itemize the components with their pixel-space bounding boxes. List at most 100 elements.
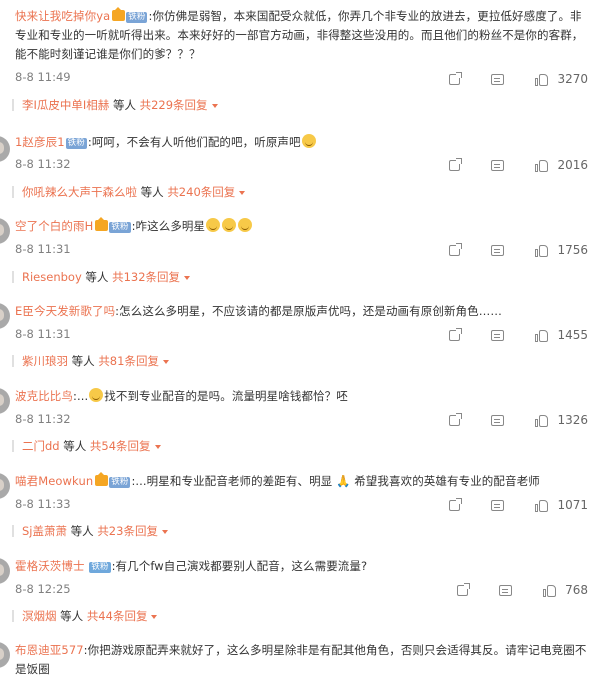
comment-text: :呵呵，不会有人听他们配的吧，听原声吧: [87, 135, 301, 149]
avatar[interactable]: [0, 136, 10, 162]
comment-actions: 1756: [418, 242, 588, 258]
comment-username[interactable]: 空了个白的雨H: [15, 219, 93, 233]
comment-icon[interactable]: [491, 499, 505, 511]
avatar[interactable]: [0, 642, 10, 668]
reply-mid-text: 等人: [81, 270, 113, 284]
comment-username[interactable]: 布恩迪亚577: [15, 643, 84, 657]
comment-text: :你把游戏原配弄来就好了，这么多明星除非是有配其他角色，否则只会适得其反。请牢记…: [15, 643, 587, 676]
reply-username[interactable]: 李I瓜皮中单I相赫: [22, 98, 109, 112]
like-count: 2016: [557, 158, 588, 172]
reply-summary: Riesenboy 等人 共132条回复: [12, 269, 191, 285]
avatar[interactable]: [0, 218, 10, 244]
share-icon[interactable]: [449, 412, 463, 426]
reply-count-link[interactable]: 共229条回复: [140, 98, 208, 112]
comment-icon[interactable]: [491, 73, 505, 85]
comment-time: 8-8 11:32: [15, 412, 71, 426]
comment-body: 波克比比鸟:... 找不到专业配音的是吗。流量明星啥钱都恰？呸: [15, 387, 587, 406]
avatar[interactable]: [0, 303, 10, 329]
reply-username[interactable]: Riesenboy: [22, 270, 82, 284]
comment-actions: 1326: [418, 412, 588, 428]
chevron-down-icon[interactable]: [184, 276, 191, 280]
reply-username[interactable]: 溟烟烟: [22, 609, 57, 623]
fan-badge: 铁粉: [109, 222, 131, 233]
crown-icon: [95, 217, 109, 231]
comment-text: :咋这么多明星: [131, 219, 206, 233]
reply-count-link[interactable]: 共44条回复: [87, 609, 148, 623]
chevron-down-icon[interactable]: [161, 530, 168, 534]
share-icon[interactable]: [449, 497, 463, 511]
comment-body: E臣今天发新歌了吗:怎么这么多明星，不应该请的都是原版声优吗，还是动画有原创新角…: [15, 302, 587, 321]
comment-icon[interactable]: [499, 584, 513, 596]
share-icon[interactable]: [449, 242, 463, 256]
reply-count-link[interactable]: 共23条回复: [97, 524, 158, 538]
like-icon[interactable]: [535, 414, 549, 427]
like-count: 1071: [557, 498, 588, 512]
avatar[interactable]: [0, 388, 10, 414]
reply-mid-text: 等人: [68, 354, 99, 368]
comment-text: 找不到专业配音的是吗。流量明星啥钱都恰？呸: [104, 389, 348, 403]
reply-divider: [12, 99, 14, 111]
reply-mid-text: 等人: [109, 98, 140, 112]
share-icon[interactable]: [457, 582, 471, 596]
comment-actions: 1071: [418, 497, 588, 513]
comment-text-prefix: :...: [73, 389, 89, 403]
reply-mid-text: 等人: [137, 185, 168, 199]
reply-username[interactable]: Sj盖萧萧: [22, 524, 67, 538]
comment-username[interactable]: 霍格沃茨博士: [15, 559, 85, 573]
comment-username[interactable]: 波克比比鸟: [15, 389, 73, 403]
comment-body: 1赵彦辰1 铁粉:呵呵，不会有人听他们配的吧，听原声吧: [15, 133, 587, 152]
chevron-down-icon[interactable]: [162, 360, 169, 364]
comment-username[interactable]: 快来让我吃掉你ya: [15, 9, 110, 23]
reply-summary: Sj盖萧萧 等人 共23条回复: [12, 523, 168, 539]
reply-count-link[interactable]: 共54条回复: [90, 439, 151, 453]
fan-badge: 铁粉: [126, 12, 148, 23]
comment-body: 快来让我吃掉你ya 铁粉:你仿佛是弱智，本来国配受众就低，你弄几个非专业的放进去，…: [15, 7, 587, 64]
like-icon[interactable]: [535, 499, 549, 512]
reply-divider: [12, 610, 14, 622]
avatar[interactable]: [0, 473, 10, 499]
reply-mid-text: 等人: [67, 524, 98, 538]
reply-count-link[interactable]: 共240条回复: [167, 185, 235, 199]
reply-count-link[interactable]: 共132条回复: [112, 270, 180, 284]
reply-mid-text: 等人: [59, 439, 90, 453]
comment-time: 8-8 11:32: [15, 157, 71, 171]
like-count: 3270: [557, 72, 588, 86]
avatar[interactable]: [0, 558, 10, 584]
like-icon[interactable]: [535, 329, 549, 342]
comment-icon[interactable]: [491, 414, 505, 426]
reply-username[interactable]: 你吼辣么大声干森么啦: [22, 185, 137, 199]
reply-divider: [12, 440, 14, 452]
comment-time: 8-8 12:25: [15, 582, 71, 596]
like-icon[interactable]: [535, 159, 549, 172]
share-icon[interactable]: [449, 327, 463, 341]
chevron-down-icon[interactable]: [151, 615, 158, 619]
comment-username[interactable]: 1赵彦辰1: [15, 135, 65, 149]
like-icon[interactable]: [535, 244, 549, 257]
comment-username[interactable]: 喵君Meowkun: [15, 474, 93, 488]
crown-icon: [112, 7, 126, 21]
smile-emoji-icon: [301, 134, 316, 148]
share-icon[interactable]: [449, 157, 463, 171]
like-icon[interactable]: [543, 584, 557, 597]
chevron-down-icon[interactable]: [239, 191, 246, 195]
like-count: 1326: [557, 413, 588, 427]
reply-summary: 你吼辣么大声干森么啦 等人 共240条回复: [12, 184, 246, 200]
reply-username[interactable]: 紫川琅羽: [22, 354, 68, 368]
comment-icon[interactable]: [491, 159, 505, 171]
fan-badge: 铁粉: [109, 477, 131, 488]
comment-icon[interactable]: [491, 329, 505, 341]
comment-username[interactable]: E臣今天发新歌了吗: [15, 304, 115, 318]
reply-mid-text: 等人: [56, 609, 87, 623]
reply-username[interactable]: 二门dd: [22, 439, 60, 453]
comment-text: :...明星和专业配音老师的差距有、明显 🙏 希望我喜欢的英雄有专业的配音老师: [131, 474, 540, 488]
like-icon[interactable]: [535, 73, 549, 86]
share-icon[interactable]: [449, 71, 463, 85]
comment-body: 布恩迪亚577:你把游戏原配弄来就好了，这么多明星除非是有配其他角色，否则只会适…: [15, 641, 587, 679]
comment-icon[interactable]: [491, 244, 505, 256]
comment-body: 空了个白的雨H 铁粉:咋这么多明星: [15, 217, 587, 236]
chevron-down-icon[interactable]: [154, 445, 161, 449]
chevron-down-icon[interactable]: [211, 104, 218, 108]
reply-count-link[interactable]: 共81条回复: [98, 354, 159, 368]
reply-summary: 紫川琅羽 等人 共81条回复: [12, 353, 169, 369]
comment-body: 喵君Meowkun 铁粉:...明星和专业配音老师的差距有、明显 🙏 希望我喜欢的…: [15, 472, 587, 491]
